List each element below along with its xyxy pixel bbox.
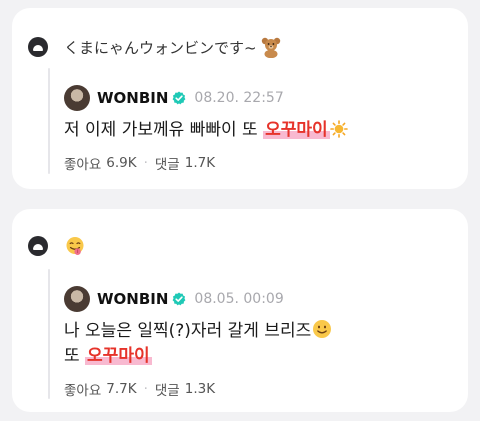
post-card[interactable]: WONBIN 08.05. 00:09 나 오늘은 일찍(?)자러 갈게 브리즈… [12,209,468,412]
likes-label[interactable]: 좋아요 [64,153,101,173]
anonymous-avatar-icon [28,236,48,256]
reply-text: 저 이제 가보께유 빠빠이 또 오꾸마이 [64,118,454,143]
post-date: 08.20. 22:57 [194,90,284,106]
likes-count: 6.9K [106,155,137,171]
reply-header: WONBIN 08.20. 22:57 [64,85,454,111]
question-row: くまにゃんウォンビンです~ [28,36,282,58]
reply-line-1: 나 오늘은 일찍(?)자러 갈게 브리즈 [64,319,454,344]
reply-header: WONBIN 08.05. 00:09 [64,286,454,312]
comments-label[interactable]: 댓글 [155,379,180,399]
question-row [28,235,86,257]
face-with-tongue-icon [66,237,84,255]
verified-badge-icon [173,292,186,306]
avatar[interactable] [64,85,90,111]
likes-label[interactable]: 좋아요 [64,379,101,399]
comments-label[interactable]: 댓글 [155,153,180,173]
thread-line [48,269,50,399]
post-card[interactable]: くまにゃんウォンビンです~ WONBIN 08.20. 22:57 저 이제 가… [12,8,468,189]
anonymous-avatar-icon [28,37,48,57]
comments-count: 1.7K [184,155,216,171]
comments-count: 1.3K [184,381,216,397]
reply-text: 나 오늘은 일찍(?)자러 갈게 브리즈 또 오꾸마이 [64,319,454,369]
likes-count: 7.7K [106,381,137,397]
sun-icon [329,120,348,138]
teddy-bear-icon [261,37,280,58]
thread-line [48,68,50,174]
highlighted-text: 오꾸마이 [263,120,330,140]
reply-line-2: 또 오꾸마이 [64,344,454,369]
reply: WONBIN 08.05. 00:09 나 오늘은 일찍(?)자러 갈게 브리즈… [64,286,454,399]
stats-separator: · [143,155,148,171]
post-stats: 좋아요 7.7K · 댓글 1.3K [64,379,454,399]
question-text: くまにゃんウォンビンです~ [64,38,257,57]
username[interactable]: WONBIN [97,89,168,107]
post-date: 08.05. 00:09 [194,291,284,307]
reply-text-prefix: 또 [64,346,86,366]
avatar[interactable] [64,286,90,312]
username[interactable]: WONBIN [97,290,168,308]
smile-icon [313,320,332,338]
reply-text-main: 저 이제 가보께유 빠빠이 또 [64,120,264,140]
stats-separator: · [143,381,148,397]
verified-badge-icon [173,91,186,105]
post-stats: 좋아요 6.9K · 댓글 1.7K [64,153,454,173]
reply: WONBIN 08.20. 22:57 저 이제 가보께유 빠빠이 또 오꾸마이 [64,85,454,173]
highlighted-text: 오꾸마이 [85,346,152,366]
reply-text-main: 나 오늘은 일찍(?)자러 갈게 브리즈 [64,321,312,341]
